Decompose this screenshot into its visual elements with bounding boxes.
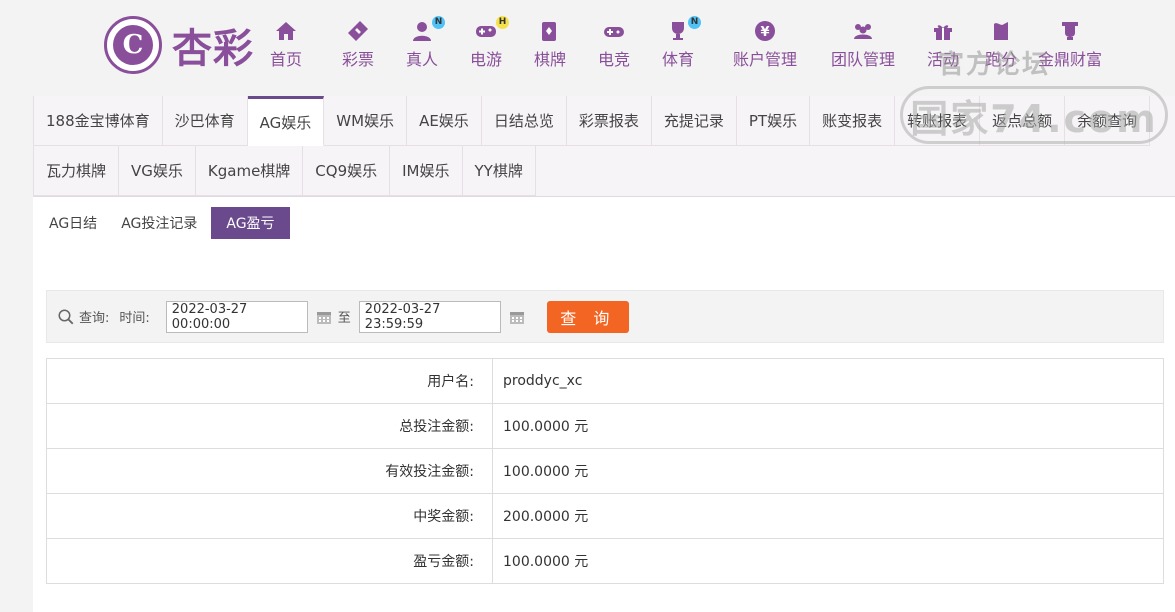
calendar-icon[interactable] — [316, 309, 332, 325]
tab-balance-query[interactable]: 余额查询 — [1065, 96, 1151, 146]
tab-transfer-report[interactable]: 转账报表 — [895, 96, 981, 146]
top-header: C 杏彩 首页 彩票 N 真人 H 电游 棋牌 电竞 N 体育 ¥ 账户管理 团… — [0, 0, 1175, 92]
tab-ae-entertainment[interactable]: AE娱乐 — [407, 96, 482, 146]
gamepad-icon: H — [473, 16, 509, 44]
dealer-icon: N — [409, 16, 445, 44]
subtab-ag-daily[interactable]: AG日结 — [39, 207, 107, 239]
home-icon — [273, 18, 299, 44]
table-row: 有效投注金额: 100.0000 元 — [46, 448, 1164, 494]
tab-row-1: 188金宝博体育 沙巴体育 AG娱乐 WM娱乐 AE娱乐 日结总览 彩票报表 充… — [34, 96, 1151, 146]
row-label: 总投注金额: — [46, 403, 493, 449]
site-logo[interactable]: C 杏彩 — [104, 14, 264, 76]
nav-item-promo[interactable]: 活动 — [918, 18, 968, 70]
nav-label: 团队管理 — [830, 50, 895, 69]
tab-188bet-sports[interactable]: 188金宝博体育 — [34, 96, 163, 146]
nav-label: 金鼎财富 — [1037, 50, 1102, 69]
nav-label: 棋牌 — [533, 50, 566, 69]
table-row: 用户名: proddyc_xc — [46, 358, 1164, 404]
tab-saba-sports[interactable]: 沙巴体育 — [162, 96, 248, 146]
tab-cq9-entertainment[interactable]: CQ9娱乐 — [303, 146, 391, 196]
table-row: 中奖金额: 200.0000 元 — [46, 493, 1164, 539]
to-label: 至 — [337, 311, 351, 326]
subtab-ag-profit[interactable]: AG盈亏 — [211, 207, 290, 239]
tab-rebate-total[interactable]: 返点总额 — [980, 96, 1066, 146]
row-label: 中奖金额: — [46, 493, 493, 539]
wealth-icon — [1057, 18, 1083, 44]
tab-row-2: 瓦力棋牌 VG娱乐 Kgame棋牌 CQ9娱乐 IM娱乐 YY棋牌 — [34, 146, 536, 196]
new-badge: N — [432, 16, 445, 29]
nav-item-home[interactable]: 首页 — [262, 18, 310, 70]
tab-yy-chess[interactable]: YY棋牌 — [462, 146, 536, 196]
row-value: proddyc_xc — [492, 358, 1164, 404]
logo-text: 杏彩 — [172, 26, 254, 72]
new-badge: N — [688, 16, 701, 29]
nav-label: 活动 — [926, 50, 959, 69]
gift-icon — [930, 18, 956, 44]
nav-item-run[interactable]: 跑分 — [976, 18, 1026, 70]
nav-item-wealth[interactable]: 金鼎财富 — [1034, 18, 1106, 70]
sub-tabs: AG日结 AG投注记录 AG盈亏 — [39, 207, 294, 239]
row-value: 100.0000 元 — [492, 403, 1164, 449]
tab-account-change[interactable]: 账变报表 — [810, 96, 896, 146]
yen-icon: ¥ — [752, 18, 778, 44]
nav-item-chess[interactable]: 棋牌 — [518, 18, 582, 70]
tab-deposit-withdraw[interactable]: 充提记录 — [651, 96, 737, 146]
row-label: 盈亏金额: — [46, 538, 493, 584]
row-label: 用户名: — [46, 358, 493, 404]
nav-item-sports[interactable]: N 体育 — [646, 16, 710, 70]
table-row: 总投注金额: 100.0000 元 — [46, 403, 1164, 449]
search-icon — [57, 308, 75, 326]
tab-im-entertainment[interactable]: IM娱乐 — [390, 146, 463, 196]
calendar-icon[interactable] — [509, 309, 525, 325]
nav-label: 账户管理 — [732, 50, 797, 69]
logo-emblem: C — [104, 16, 162, 74]
query-label: 查询: — [79, 311, 110, 326]
main-content: 188金宝博体育 沙巴体育 AG娱乐 WM娱乐 AE娱乐 日结总览 彩票报表 充… — [33, 96, 1175, 612]
trophy-icon: N — [665, 16, 701, 44]
controller-icon — [601, 18, 627, 44]
nav-item-slots[interactable]: H 电游 — [454, 16, 518, 70]
nav-label: 体育 — [661, 50, 694, 69]
tab-pt-entertainment[interactable]: PT娱乐 — [736, 96, 811, 146]
svg-text:¥: ¥ — [760, 25, 769, 40]
cards-icon — [537, 18, 563, 44]
nav-item-live[interactable]: N 真人 — [390, 16, 454, 70]
table-row: 盈亏金额: 100.0000 元 — [46, 538, 1164, 584]
row-value: 200.0000 元 — [492, 493, 1164, 539]
tab-vg-entertainment[interactable]: VG娱乐 — [119, 146, 196, 196]
nav-label: 跑分 — [984, 50, 1017, 69]
nav-item-lottery[interactable]: 彩票 — [326, 18, 390, 70]
ticket-icon — [345, 18, 371, 44]
nav-label: 彩票 — [341, 50, 374, 69]
run-icon — [988, 18, 1014, 44]
row-label: 有效投注金额: — [46, 448, 493, 494]
hot-badge: H — [496, 16, 509, 29]
report-tabs: 188金宝博体育 沙巴体育 AG娱乐 WM娱乐 AE娱乐 日结总览 彩票报表 充… — [33, 96, 1175, 197]
logo-mark: C — [113, 25, 153, 65]
row-value: 100.0000 元 — [492, 448, 1164, 494]
subtab-ag-bets[interactable]: AG投注记录 — [111, 207, 207, 239]
time-label: 时间: — [119, 311, 150, 326]
nav-label: 首页 — [269, 50, 302, 69]
nav-label: 电游 — [469, 50, 502, 69]
search-bar: 查询: 时间: 2022-03-27 00:00:00 至 2022-03-27… — [46, 290, 1164, 343]
nav-item-esports[interactable]: 电竞 — [582, 18, 646, 70]
row-value: 100.0000 元 — [492, 538, 1164, 584]
tab-lottery-report[interactable]: 彩票报表 — [566, 96, 652, 146]
nav-label: 真人 — [405, 50, 438, 69]
tab-ag-entertainment[interactable]: AG娱乐 — [247, 96, 325, 146]
tab-kgame-chess[interactable]: Kgame棋牌 — [195, 146, 304, 196]
tab-daily-overview[interactable]: 日结总览 — [481, 96, 567, 146]
nav-label: 电竞 — [597, 50, 630, 69]
team-icon — [850, 18, 876, 44]
start-date-input[interactable]: 2022-03-27 00:00:00 — [165, 300, 308, 333]
end-date-input[interactable]: 2022-03-27 23:59:59 — [358, 300, 501, 333]
tab-wm-entertainment[interactable]: WM娱乐 — [324, 96, 408, 146]
query-button[interactable]: 查 询 — [546, 300, 629, 333]
tab-wali-chess[interactable]: 瓦力棋牌 — [34, 146, 120, 196]
main-nav: 首页 彩票 N 真人 H 电游 棋牌 电竞 N 体育 ¥ 账户管理 团队管理 活… — [262, 16, 1106, 70]
nav-item-account[interactable]: ¥ 账户管理 — [722, 18, 808, 70]
nav-item-team[interactable]: 团队管理 — [820, 18, 906, 70]
result-table: 用户名: proddyc_xc 总投注金额: 100.0000 元 有效投注金额: 1… — [46, 358, 1164, 584]
